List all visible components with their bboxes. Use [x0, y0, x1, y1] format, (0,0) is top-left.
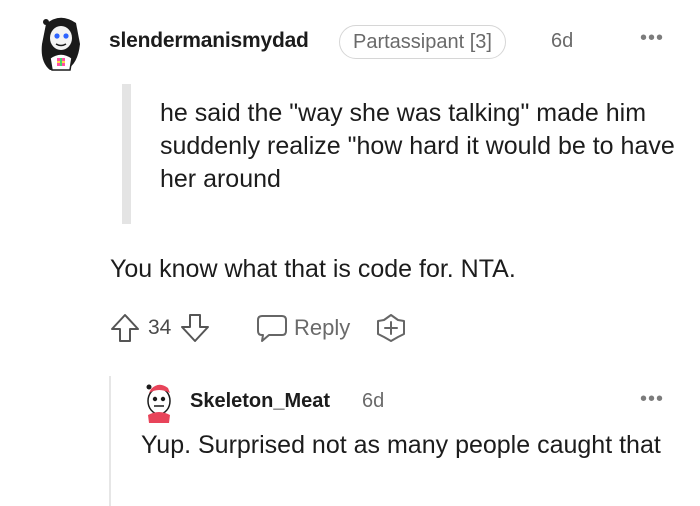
reply-age: 6d: [362, 390, 385, 412]
vote-count: 34: [148, 316, 172, 339]
avatar[interactable]: [36, 14, 84, 72]
thread-line[interactable]: [109, 376, 111, 506]
comment-age: 6d: [551, 30, 574, 52]
author-name[interactable]: slendermanismydad: [109, 29, 309, 53]
comment-actions: 34 Reply: [110, 310, 440, 346]
comment-body: You know what that is code for. NTA.: [110, 255, 516, 283]
reply-button[interactable]: Reply: [294, 315, 350, 341]
more-options-icon[interactable]: •••: [640, 389, 664, 409]
quote-bar: [122, 84, 131, 224]
quoted-text: he said the "way she was talking" made h…: [160, 99, 675, 193]
downvote-icon[interactable]: [180, 312, 210, 344]
upvote-icon[interactable]: [110, 312, 140, 344]
user-flair: Partassipant [3]: [339, 25, 506, 59]
avatar[interactable]: [141, 381, 177, 423]
award-icon[interactable]: [375, 312, 407, 344]
comment-icon[interactable]: [256, 313, 288, 343]
more-options-icon[interactable]: •••: [640, 28, 664, 48]
reply-body: Yup. Surprised not as many people caught…: [141, 431, 661, 459]
reply-author-name[interactable]: Skeleton_Meat: [190, 390, 330, 413]
